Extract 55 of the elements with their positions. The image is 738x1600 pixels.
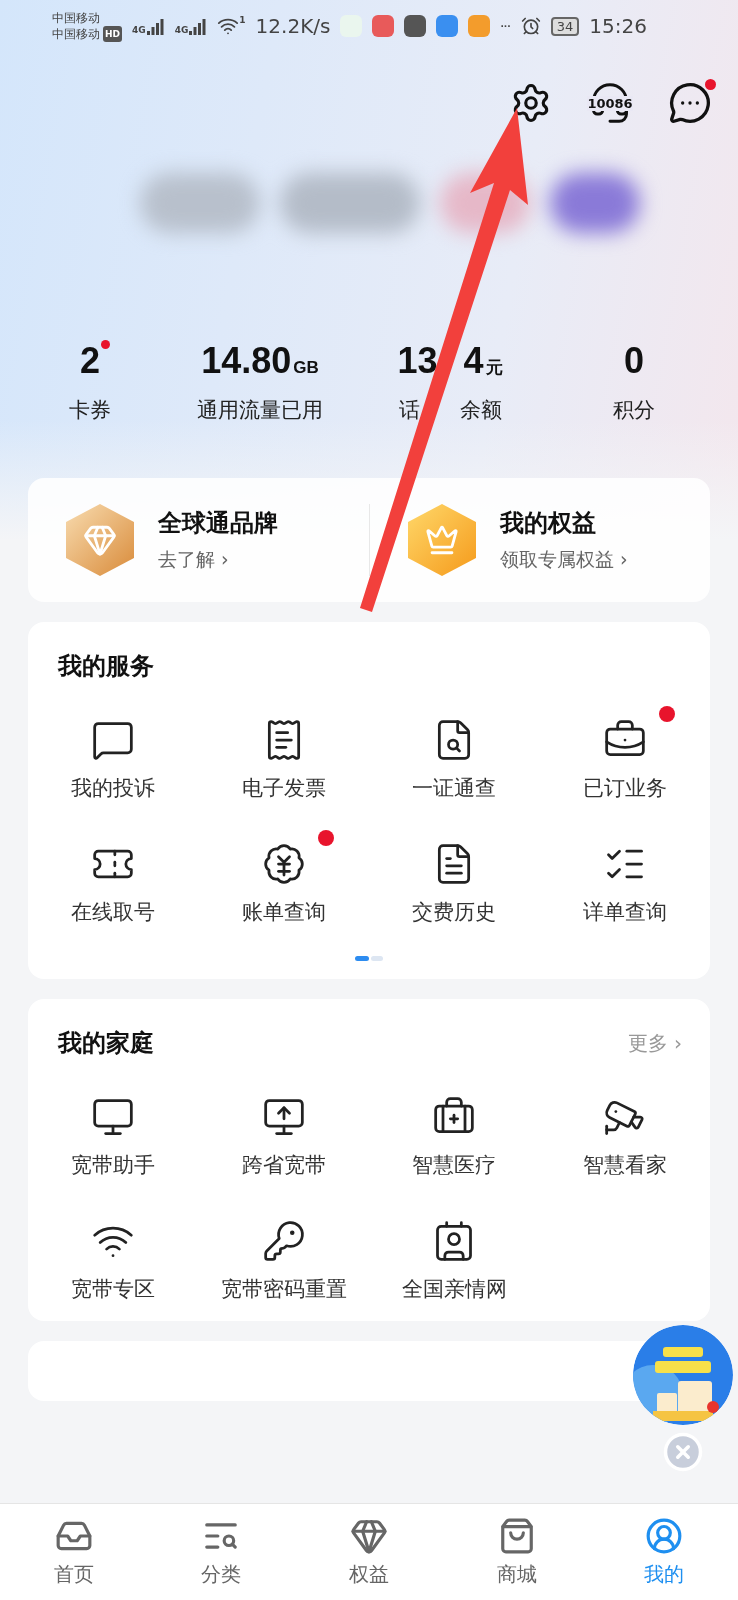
stat-value: 13 4元 — [397, 340, 503, 382]
stat-label: 通用流量已用 — [197, 397, 323, 424]
signal-icon — [189, 17, 208, 35]
nav-tab[interactable]: 分类 — [147, 1504, 296, 1600]
hotspot-count: 1 — [239, 15, 246, 25]
service-label[interactable]: 宽带助手 — [71, 1151, 156, 1179]
stat-value: 0 — [624, 340, 644, 382]
promo-link[interactable]: 领取专属权益 › — [500, 547, 628, 573]
app-icon — [404, 15, 427, 37]
carrier-name: 中国移动 — [52, 10, 101, 26]
stat-label: 积分 — [613, 397, 655, 424]
service-label[interactable]: 电子发票 — [241, 774, 326, 802]
app-icon — [372, 15, 395, 37]
service-label[interactable]: 在线取号 — [71, 898, 156, 926]
battery-level: 34 — [550, 16, 580, 36]
promo-title: 我的权益 — [500, 508, 597, 539]
nav-tab[interactable]: 商城 — [442, 1504, 591, 1600]
service-label[interactable]: 已订业务 — [582, 774, 667, 802]
network-speed: 12.2K/s — [255, 14, 331, 38]
service-label[interactable]: 账单查询 — [241, 898, 326, 926]
section-title: 我的服务 — [58, 651, 154, 682]
alarm-icon — [520, 16, 541, 36]
more-indicator: ··· — [500, 21, 511, 31]
network-type: 4G — [132, 25, 146, 35]
stat-label: 卡券 — [69, 397, 111, 424]
clock-time: 15:26 — [589, 14, 647, 38]
hotline-button[interactable]: 10086 — [586, 81, 634, 125]
service-label[interactable]: 智慧看家 — [582, 1151, 667, 1179]
app-icon — [436, 15, 459, 37]
service-label[interactable]: 全国亲情网 — [401, 1275, 507, 1303]
service-label[interactable]: 一证通查 — [412, 774, 497, 802]
service-label[interactable]: 宽带密码重置 — [220, 1275, 347, 1303]
service-label[interactable]: 详单查询 — [582, 898, 667, 926]
nav-tab[interactable]: 权益 — [295, 1504, 443, 1600]
nav-icon — [645, 1516, 684, 1555]
stat-value: 2 — [80, 340, 100, 382]
stat-label: 余额 — [459, 397, 502, 424]
network-type: 4G — [174, 25, 189, 35]
nav-tab[interactable]: 首页 — [0, 1504, 148, 1600]
signal-icon — [146, 17, 165, 35]
promo-link[interactable]: 去了解 › — [158, 547, 278, 573]
service-label[interactable]: 交费历史 — [412, 898, 497, 926]
stat-value: 14.80 GB — [201, 340, 319, 382]
service-label[interactable]: 宽带专区 — [71, 1275, 156, 1303]
service-label[interactable]: 我的投诉 — [71, 774, 156, 802]
hd-tag: HD — [103, 26, 122, 42]
section-title: 我的家庭 — [58, 1028, 154, 1059]
service-label[interactable]: 智慧医疗 — [412, 1151, 497, 1179]
stat-label: 话 — [398, 397, 420, 424]
service-icon[interactable] — [261, 842, 306, 886]
service-icon[interactable] — [261, 1219, 306, 1263]
app-icon — [468, 15, 491, 37]
carrier-name: 中国移动 HD — [52, 26, 122, 42]
service-label[interactable]: 跨省宽带 — [241, 1151, 326, 1179]
promo-title: 全球通品牌 — [158, 508, 278, 539]
